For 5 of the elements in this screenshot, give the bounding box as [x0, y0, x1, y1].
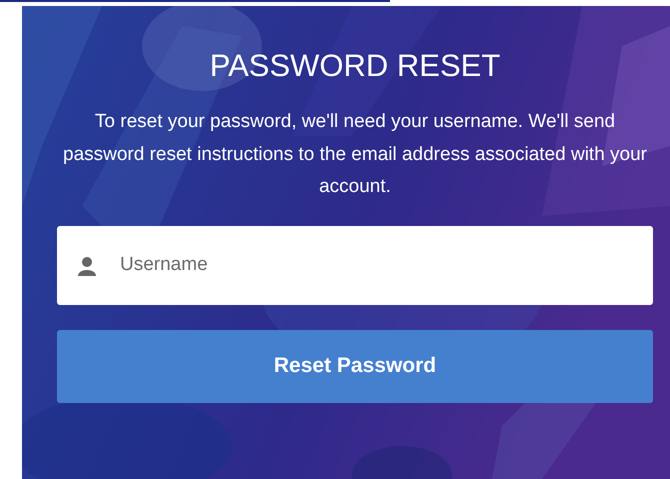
username-field[interactable]: Username	[57, 226, 653, 304]
page-title: PASSWORD RESET	[210, 47, 500, 85]
user-icon	[77, 256, 97, 276]
reset-password-button[interactable]: Reset Password	[57, 330, 653, 402]
instructions-text: To reset your password, we'll need your username. We'll send password reset instructions to the email address associated with your account.	[62, 110, 648, 199]
